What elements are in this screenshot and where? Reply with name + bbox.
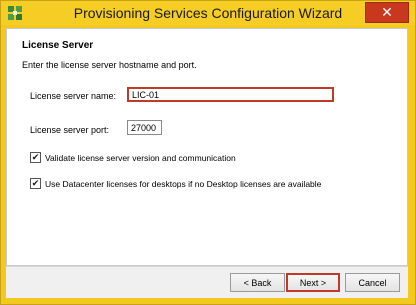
window-title: Provisioning Services Configuration Wiza…	[73, 5, 343, 21]
close-button[interactable]: ✕	[365, 2, 409, 23]
app-icon	[8, 6, 22, 20]
title-bar[interactable]: Provisioning Services Configuration Wiza…	[1, 1, 415, 25]
next-button[interactable]: Next >	[286, 273, 340, 292]
datacenter-license-checkbox[interactable]: ✔ Use Datacenter licenses for desktops i…	[30, 178, 321, 189]
back-button[interactable]: < Back	[230, 273, 285, 292]
server-port-input[interactable]	[127, 120, 162, 135]
datacenter-check-icon: ✔	[30, 178, 41, 189]
validate-check-icon: ✔	[30, 152, 41, 163]
validate-license-label: Validate license server version and comm…	[45, 152, 236, 163]
server-port-label: License server port:	[30, 125, 110, 135]
server-name-input[interactable]	[127, 87, 334, 102]
validate-license-checkbox[interactable]: ✔ Validate license server version and co…	[30, 152, 236, 163]
close-icon: ✕	[381, 4, 393, 20]
page-description: Enter the license server hostname and po…	[22, 60, 197, 70]
server-name-label: License server name:	[30, 91, 117, 101]
page-heading: License Server	[22, 40, 94, 51]
cancel-button[interactable]: Cancel	[345, 273, 400, 292]
datacenter-license-label: Use Datacenter licenses for desktops if …	[45, 178, 322, 189]
